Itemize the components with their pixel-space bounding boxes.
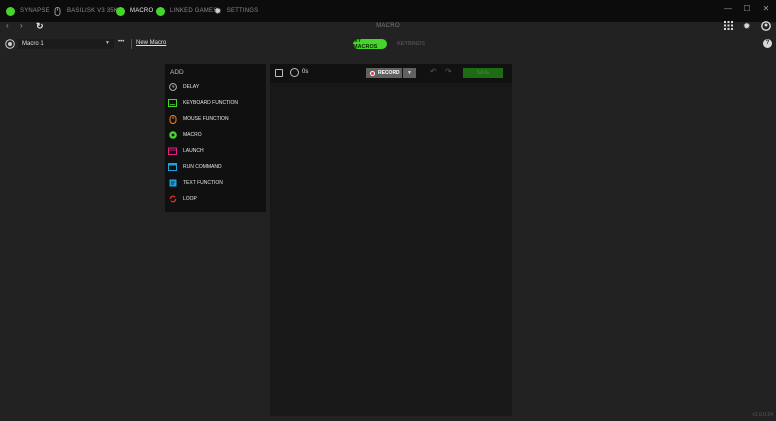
tab-label: SETTINGS — [226, 8, 259, 14]
new-macro-link[interactable]: New Macro — [136, 40, 166, 46]
record-options-chevron-icon[interactable]: ▼ — [403, 68, 416, 78]
add-item-label: RUN COMMAND — [183, 164, 222, 170]
macro-editor: 0s RECORD ▼ ↶ ↷ SAVE — [270, 64, 512, 416]
tab-label: LINKED GAMES — [170, 8, 218, 14]
tab-label: SYNAPSE — [20, 8, 50, 14]
tab-my-macros[interactable]: MY MACROS — [353, 38, 387, 50]
tab-linked-games[interactable]: LINKED GAMES — [156, 0, 217, 22]
tab-label: BASILISK V3 35K — [67, 8, 119, 14]
record-label: RECORD — [378, 70, 400, 76]
add-panel-title: ADD — [170, 69, 184, 76]
record-dot-icon — [370, 70, 375, 76]
add-item-text-function[interactable]: TEXT FUNCTION — [168, 177, 264, 189]
editor-toolbar: 0s RECORD ▼ ↶ ↷ SAVE — [270, 64, 512, 83]
total-time: 0s — [302, 69, 309, 75]
terminal-icon — [168, 163, 177, 171]
title-bar: SYNAPSE BASILISK V3 35K MACRO LINKED GAM… — [0, 0, 776, 22]
add-item-launch[interactable]: LAUNCH — [168, 145, 264, 157]
more-options-button[interactable]: ••• — [118, 39, 124, 45]
save-button[interactable]: SAVE — [463, 68, 503, 78]
grid-icon[interactable] — [724, 21, 733, 32]
select-all-checkbox[interactable] — [275, 69, 283, 77]
tab-synapse[interactable]: SYNAPSE — [6, 0, 50, 22]
tab-settings[interactable]: ✹ SETTINGS — [214, 0, 258, 22]
help-icon[interactable]: ? — [763, 39, 772, 48]
gear-icon: ✹ — [214, 5, 222, 16]
settings-gear-icon[interactable]: ✹ — [743, 21, 751, 32]
macro-select[interactable]: Macro 1 ▼ — [18, 39, 114, 49]
mouse-icon — [54, 6, 61, 16]
tab-device[interactable]: BASILISK V3 35K — [53, 0, 118, 22]
add-item-keyboard-function[interactable]: KEYBOARD FUNCTION — [168, 97, 264, 109]
page-title: MACRO — [376, 23, 400, 29]
add-item-label: MACRO — [183, 132, 202, 138]
divider — [131, 39, 132, 49]
add-panel: ADD DELAY KEYBOARD FUNCTION MOUSE FUNCTI… — [165, 64, 266, 212]
clock-icon — [168, 83, 177, 91]
add-item-mouse-function[interactable]: MOUSE FUNCTION — [168, 113, 264, 125]
chevron-down-icon: ▼ — [105, 40, 110, 46]
undo-icon[interactable]: ↶ — [430, 67, 437, 76]
tab-macro[interactable]: MACRO — [116, 0, 153, 22]
record-button[interactable]: RECORD — [366, 68, 402, 78]
mouse-icon — [168, 114, 177, 124]
add-item-label: MOUSE FUNCTION — [183, 116, 229, 122]
minimize-button[interactable]: — — [722, 4, 734, 13]
razer-logo-icon — [6, 6, 15, 16]
redo-icon[interactable]: ↷ — [445, 67, 452, 76]
toolbar: Macro 1 ▼ ••• New Macro MY MACROS KEYBIN… — [0, 34, 776, 54]
macro-icon — [116, 6, 125, 16]
add-item-label: KEYBOARD FUNCTION — [183, 100, 239, 106]
add-item-label: LOOP — [183, 196, 197, 202]
loop-icon — [168, 195, 177, 203]
add-item-run-command[interactable]: RUN COMMAND — [168, 161, 264, 173]
version-label: v1.0.0.24 — [752, 412, 773, 418]
tab-label: MACRO — [130, 8, 154, 14]
launch-icon — [168, 147, 177, 155]
add-item-delay[interactable]: DELAY — [168, 81, 264, 93]
macro-icon — [168, 131, 177, 139]
add-item-label: TEXT FUNCTION — [183, 180, 223, 186]
add-item-label: LAUNCH — [183, 148, 204, 154]
maximize-button[interactable]: ☐ — [741, 4, 753, 13]
add-item-macro[interactable]: MACRO — [168, 129, 264, 141]
tab-keybinds[interactable]: KEYBINDS — [392, 39, 430, 49]
gamepad-icon — [156, 6, 165, 16]
add-item-label: DELAY — [183, 84, 200, 90]
macro-select-value: Macro 1 — [22, 41, 44, 47]
profile-icon[interactable] — [761, 21, 771, 33]
text-icon — [168, 179, 177, 187]
keyboard-icon — [168, 99, 177, 107]
add-item-loop[interactable]: LOOP — [168, 193, 264, 205]
macro-profile-icon — [5, 39, 15, 49]
clock-icon — [290, 68, 299, 77]
close-button[interactable]: ✕ — [760, 4, 772, 13]
